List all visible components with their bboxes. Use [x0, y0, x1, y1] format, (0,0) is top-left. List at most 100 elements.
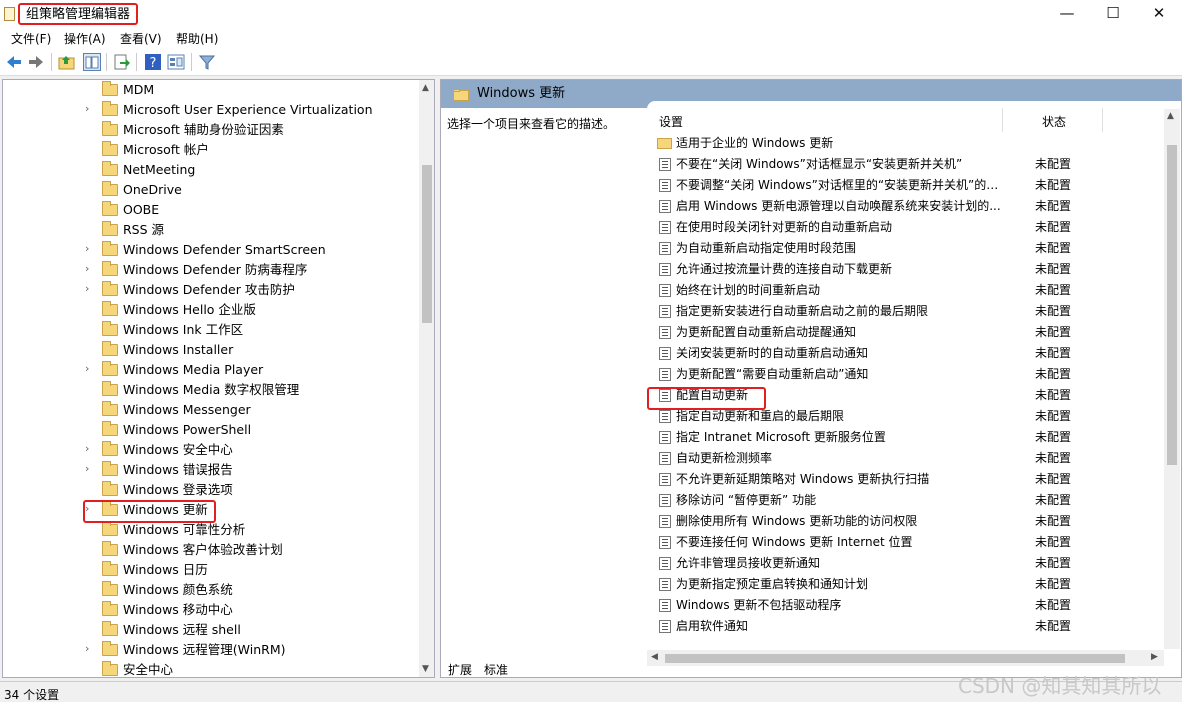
chevron-right-icon[interactable]: ›	[85, 282, 89, 295]
tree-item[interactable]: RSS 源	[3, 220, 419, 240]
tree-item[interactable]: Windows 登录选项	[3, 480, 419, 500]
setting-row[interactable]: 为更新指定预定重启转换和通知计划 未配置	[647, 574, 1162, 595]
tree-item[interactable]: Microsoft 辅助身份验证因素	[3, 120, 419, 140]
tree-item[interactable]: Windows 移动中心	[3, 600, 419, 620]
setting-row[interactable]: 指定 Intranet Microsoft 更新服务位置 未配置	[647, 427, 1162, 448]
tree-item-label: Windows 登录选项	[123, 482, 233, 497]
setting-row[interactable]: 为自动重新启动指定使用时段范围 未配置	[647, 238, 1162, 259]
setting-row[interactable]: 适用于企业的 Windows 更新	[647, 133, 1162, 154]
tree-item[interactable]: NetMeeting	[3, 160, 419, 180]
policy-setting-icon	[659, 431, 671, 444]
folder-icon	[102, 661, 118, 676]
export-list-icon[interactable]	[113, 53, 131, 71]
setting-row[interactable]: 关闭安装更新时的自动重新启动通知 未配置	[647, 343, 1162, 364]
chevron-right-icon[interactable]: ›	[85, 462, 89, 475]
menu-action[interactable]: 操作(A)	[64, 30, 106, 47]
tree-item[interactable]: Windows 可靠性分析	[3, 520, 419, 540]
tree-item[interactable]: › Windows Defender 攻击防护	[3, 280, 419, 300]
setting-state: 未配置	[1035, 388, 1072, 402]
tree-item[interactable]: › Windows 远程管理(WinRM)	[3, 640, 419, 660]
menu-help[interactable]: 帮助(H)	[176, 30, 218, 47]
scrollbar-thumb[interactable]	[1167, 145, 1177, 465]
close-button[interactable]: ✕	[1136, 0, 1182, 28]
setting-state: 未配置	[1035, 346, 1072, 360]
setting-row[interactable]: 允许非管理员接收更新通知 未配置	[647, 553, 1162, 574]
scroll-up-icon[interactable]: ▲	[1167, 111, 1174, 121]
menu-bar: 文件(F) 操作(A) 查看(V) 帮助(H)	[0, 28, 1182, 48]
show-hide-tree-icon[interactable]	[83, 53, 101, 71]
tree-item[interactable]: › Windows 安全中心	[3, 440, 419, 460]
column-header-setting[interactable]: 设置	[659, 113, 683, 130]
tree-item[interactable]: OOBE	[3, 200, 419, 220]
forward-arrow-icon[interactable]	[27, 53, 45, 71]
tab-standard[interactable]: 标准	[484, 661, 508, 678]
setting-row[interactable]: 在使用时段关闭针对更新的自动重新启动 未配置	[647, 217, 1162, 238]
scroll-right-icon[interactable]: ▶	[1151, 652, 1158, 662]
chevron-right-icon[interactable]: ›	[85, 102, 89, 115]
setting-row[interactable]: 允许通过按流量计费的连接自动下载更新 未配置	[647, 259, 1162, 280]
setting-row[interactable]: 始终在计划的时间重新启动 未配置	[647, 280, 1162, 301]
folder-icon	[102, 641, 118, 656]
setting-row[interactable]: 删除使用所有 Windows 更新功能的访问权限 未配置	[647, 511, 1162, 532]
tab-extended[interactable]: 扩展	[448, 661, 472, 678]
tree-item-label: Windows Defender 攻击防护	[123, 282, 295, 297]
tree-item[interactable]: › Windows Defender 防病毒程序	[3, 260, 419, 280]
setting-row[interactable]: 不要在“关闭 Windows”对话框显示“安装更新并关机” 未配置	[647, 154, 1162, 175]
tree-item[interactable]: OneDrive	[3, 180, 419, 200]
setting-row[interactable]: Windows 更新不包括驱动程序 未配置	[647, 595, 1162, 616]
scroll-down-icon[interactable]: ▼	[422, 664, 429, 674]
chevron-right-icon[interactable]: ›	[85, 442, 89, 455]
scroll-up-icon[interactable]: ▲	[422, 83, 429, 93]
tree-item[interactable]: Windows 客户体验改善计划	[3, 540, 419, 560]
up-folder-icon[interactable]	[58, 53, 76, 71]
chevron-right-icon[interactable]: ›	[85, 362, 89, 375]
scrollbar-thumb[interactable]	[422, 165, 432, 323]
chevron-right-icon[interactable]: ›	[85, 242, 89, 255]
menu-file[interactable]: 文件(F)	[11, 30, 51, 47]
setting-row[interactable]: 为更新配置“需要自动重新启动”通知 未配置	[647, 364, 1162, 385]
setting-row[interactable]: 为更新配置自动重新启动提醒通知 未配置	[647, 322, 1162, 343]
back-arrow-icon[interactable]	[5, 53, 23, 71]
tree-item[interactable]: Microsoft 帐户	[3, 140, 419, 160]
tree-item[interactable]: 安全中心	[3, 660, 419, 677]
setting-row[interactable]: 不要连接任何 Windows 更新 Internet 位置 未配置	[647, 532, 1162, 553]
tree-item[interactable]: Windows Ink 工作区	[3, 320, 419, 340]
tree-item[interactable]: Windows Media 数字权限管理	[3, 380, 419, 400]
filter-icon[interactable]	[198, 53, 216, 71]
properties-icon[interactable]	[167, 53, 185, 71]
column-divider[interactable]	[1102, 108, 1103, 132]
setting-row[interactable]: 不允许更新延期策略对 Windows 更新执行扫描 未配置	[647, 469, 1162, 490]
view-tabs: 扩展 标准	[440, 659, 740, 679]
chevron-right-icon[interactable]: ›	[85, 262, 89, 275]
column-header-state[interactable]: 状态	[1042, 113, 1066, 130]
help-icon[interactable]: ?	[144, 53, 162, 71]
setting-row[interactable]: 移除访问 “暂停更新” 功能 未配置	[647, 490, 1162, 511]
setting-row[interactable]: 启用软件通知 未配置	[647, 616, 1162, 637]
setting-state: 未配置	[1035, 241, 1072, 255]
tree-item[interactable]: Windows 日历	[3, 560, 419, 580]
settings-list: 设置 状态 适用于企业的 Windows 更新 不要在“关闭 Windows”对话…	[647, 101, 1181, 666]
list-vertical-scrollbar[interactable]: ▲	[1164, 109, 1180, 649]
column-divider[interactable]	[1002, 108, 1003, 132]
tree-vertical-scrollbar[interactable]: ▲ ▼	[419, 80, 434, 677]
minimize-button[interactable]: —	[1044, 0, 1090, 28]
policy-setting-icon	[659, 557, 671, 570]
tree-item[interactable]: Windows PowerShell	[3, 420, 419, 440]
tree-item[interactable]: › Windows Media Player	[3, 360, 419, 380]
tree-item[interactable]: Windows Installer	[3, 340, 419, 360]
setting-row[interactable]: 不要调整“关闭 Windows”对话框里的“安装更新并关机”的默... 未配置	[647, 175, 1162, 196]
tree-item[interactable]: Windows 颜色系统	[3, 580, 419, 600]
tree-item[interactable]: Windows 远程 shell	[3, 620, 419, 640]
tree-item[interactable]: Windows Messenger	[3, 400, 419, 420]
tree-item[interactable]: MDM	[3, 80, 419, 100]
maximize-button[interactable]: ☐	[1090, 0, 1136, 28]
chevron-right-icon[interactable]: ›	[85, 642, 89, 655]
setting-row[interactable]: 自动更新检测频率 未配置	[647, 448, 1162, 469]
menu-view[interactable]: 查看(V)	[120, 30, 162, 47]
tree-item[interactable]: Windows Hello 企业版	[3, 300, 419, 320]
setting-row[interactable]: 指定更新安装进行自动重新启动之前的最后期限 未配置	[647, 301, 1162, 322]
setting-row[interactable]: 启用 Windows 更新电源管理以自动唤醒系统来安装计划的... 未配置	[647, 196, 1162, 217]
tree-item[interactable]: › Windows 错误报告	[3, 460, 419, 480]
tree-item[interactable]: › Windows Defender SmartScreen	[3, 240, 419, 260]
tree-item[interactable]: › Microsoft User Experience Virtualizatio…	[3, 100, 419, 120]
